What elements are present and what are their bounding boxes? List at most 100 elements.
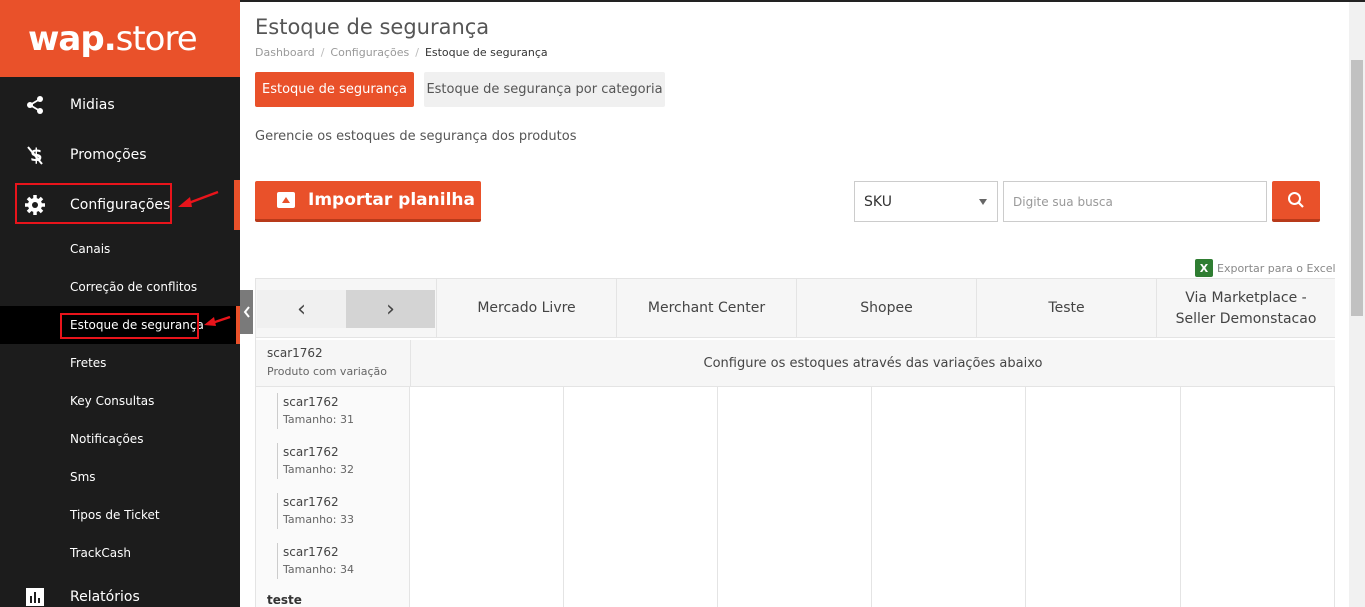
product-desc: Produto com variação [267, 365, 388, 378]
stock-cell[interactable] [564, 437, 718, 487]
tab-estoque-seguranca[interactable]: Estoque de segurança [255, 72, 414, 107]
variation-size: Tamanho: 32 [283, 463, 354, 476]
product-row: scar1762 Produto com variação Configure … [256, 340, 1335, 387]
variation-cell: scar1762 Tamanho: 31 [256, 387, 410, 437]
stock-cell[interactable] [564, 587, 718, 607]
stock-cell[interactable] [1026, 537, 1181, 587]
search-input[interactable] [1003, 181, 1267, 222]
sidebar-subitem-notificacoes[interactable]: Notificações [0, 420, 240, 458]
sidebar-subitem-label: Fretes [70, 356, 107, 370]
search-field-select[interactable]: SKU [854, 181, 998, 222]
variation-sku: scar1762 [283, 445, 339, 459]
sidebar-subitem-tipos-ticket[interactable]: Tipos de Ticket [0, 496, 240, 534]
sidebar-subitem-key-consultas[interactable]: Key Consultas [0, 382, 240, 420]
dollar-icon: $ [24, 144, 46, 166]
stock-cell[interactable] [872, 487, 1026, 537]
table-right-border [1334, 386, 1335, 607]
variation-size: Tamanho: 31 [283, 413, 354, 426]
breadcrumb-current: Estoque de segurança [424, 46, 548, 59]
stock-cell[interactable] [718, 537, 872, 587]
scrollbar-thumb[interactable] [1351, 60, 1363, 316]
caret-down-icon [979, 199, 987, 205]
stock-cell[interactable] [564, 487, 718, 537]
prev-channels-button[interactable]: ‹ [257, 290, 346, 328]
stock-cell[interactable] [872, 537, 1026, 587]
table-row: scar1762 Tamanho: 34 [256, 537, 1181, 587]
stock-cell[interactable] [1026, 437, 1181, 487]
breadcrumb-separator: / [320, 46, 325, 59]
sidebar-subitem-label: Tipos de Ticket [70, 508, 160, 522]
stock-cell[interactable] [872, 587, 1026, 607]
column-header: Via Marketplace - Seller Demonstacao [1156, 279, 1335, 338]
sidebar-subitem-sms[interactable]: Sms [0, 458, 240, 496]
tab-estoque-por-categoria[interactable]: Estoque de segurança por categoria [424, 72, 665, 107]
annotation-arrow-icon [178, 190, 219, 207]
page-title: Estoque de segurança [255, 15, 490, 39]
stock-cell[interactable] [410, 587, 564, 607]
sidebar-item-label: Promoções [70, 147, 147, 163]
table-row: teste [256, 587, 1181, 607]
table-header: ‹ › Mercado Livre Merchant Center Shopee… [256, 278, 1335, 338]
stock-cell[interactable] [1026, 387, 1181, 437]
active-indicator [234, 180, 240, 230]
sidebar-subitem-trackcash[interactable]: TrackCash [0, 534, 240, 572]
sidebar-item-promocoes[interactable]: $ Promoções [0, 130, 240, 180]
sidebar: wap.store Midias $ Promoções Configuraçõ… [0, 0, 240, 607]
sidebar-item-label: Midias [70, 97, 115, 113]
select-value: SKU [864, 193, 892, 210]
variation-cell: scar1762 Tamanho: 33 [256, 487, 410, 537]
bar-chart-icon [24, 586, 46, 607]
stock-cell[interactable] [410, 437, 564, 487]
product-sku: scar1762 [267, 346, 323, 360]
stock-cell[interactable] [564, 387, 718, 437]
import-button-label: Importar planilha [308, 190, 475, 210]
export-excel-link[interactable]: X Exportar para o Excel [1195, 259, 1336, 277]
stock-cell[interactable] [410, 387, 564, 437]
stock-cell[interactable] [718, 387, 872, 437]
collapse-sidebar-button[interactable] [240, 290, 253, 334]
sidebar-subitem-fretes[interactable]: Fretes [0, 344, 240, 382]
sidebar-subitem-label: Notificações [70, 432, 144, 446]
sidebar-item-relatorios[interactable]: Relatórios [0, 572, 240, 607]
page-scrollbar[interactable] [1349, 2, 1365, 607]
top-border [240, 0, 1365, 2]
wap-store-logo: wap.store [28, 18, 198, 59]
stock-cell[interactable] [872, 437, 1026, 487]
breadcrumb-separator: / [415, 46, 419, 59]
stock-cell[interactable] [410, 537, 564, 587]
page-description: Gerencie os estoques de segurança dos pr… [255, 129, 577, 144]
stock-cell[interactable] [410, 487, 564, 537]
breadcrumb-dashboard[interactable]: Dashboard [255, 46, 315, 59]
import-spreadsheet-button[interactable]: Importar planilha [255, 181, 481, 222]
annotation-arrow-icon [204, 315, 231, 326]
variation-sku: scar1762 [283, 545, 339, 559]
breadcrumb: Dashboard / Configurações / Estoque de s… [255, 46, 548, 59]
upload-icon [277, 192, 295, 208]
stock-cell[interactable] [718, 437, 872, 487]
chevron-left-icon [243, 306, 250, 318]
stock-cell[interactable] [718, 587, 872, 607]
sidebar-subitem-label: TrackCash [70, 546, 131, 560]
breadcrumb-configuracoes[interactable]: Configurações [330, 46, 409, 59]
sidebar-subitem-correcao[interactable]: Correção de conflitos [0, 268, 240, 306]
sidebar-subitem-canais[interactable]: Canais [0, 230, 240, 268]
sidebar-subitem-label: Canais [70, 242, 111, 256]
sidebar-item-label: Relatórios [70, 589, 140, 605]
table-row: scar1762 Tamanho: 32 [256, 437, 1181, 487]
stock-cell[interactable] [564, 537, 718, 587]
stock-cell[interactable] [718, 487, 872, 537]
stock-cell[interactable] [1026, 587, 1181, 607]
table-row: scar1762 Tamanho: 33 [256, 487, 1181, 537]
search-button[interactable] [1272, 181, 1320, 222]
stock-cell[interactable] [1026, 487, 1181, 537]
stock-cell[interactable] [872, 387, 1026, 437]
search-icon [1288, 192, 1304, 208]
sidebar-item-midias[interactable]: Midias [0, 80, 240, 130]
logo-area[interactable]: wap.store [0, 0, 240, 77]
export-label: Exportar para o Excel [1217, 261, 1336, 275]
next-channels-button[interactable]: › [346, 290, 435, 328]
excel-icon: X [1195, 259, 1213, 277]
column-header: Merchant Center [616, 279, 796, 338]
variation-size: Tamanho: 33 [283, 513, 354, 526]
stock-table: ‹ › Mercado Livre Merchant Center Shopee… [255, 278, 1335, 607]
